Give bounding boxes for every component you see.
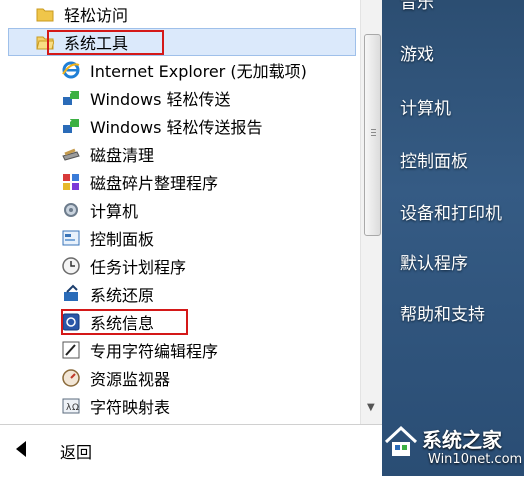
back-arrow-icon [16,441,26,457]
svg-text:Ω: Ω [72,403,79,413]
menu-item-label: Windows 轻松传送报告 [90,118,263,137]
scrollbar-grip-line [371,129,376,130]
menu-item-control-panel[interactable]: 控制面板 [60,224,154,252]
watermark-title: 系统之家 [422,428,502,452]
menu-item-label: 磁盘碎片整理程序 [90,174,219,193]
private-char-editor-icon [60,339,82,361]
menu-item-private-char-editor[interactable]: 专用字符编辑程序 [60,336,218,364]
menu-item-label: 专用字符编辑程序 [90,342,219,361]
right-item-help-support[interactable]: 帮助和支持 [400,300,485,325]
scrollbar-thumb[interactable] [364,34,381,236]
menu-item-label: 计算机 [90,202,139,221]
easy-transfer-report-icon [60,115,82,137]
control-panel-icon [60,227,82,249]
menu-item-character-map[interactable]: λΩ 字符映射表 [60,392,170,420]
annotation-highlight-box [47,30,164,55]
menu-item-label: 控制面板 [90,230,155,249]
menu-item-label: 字符映射表 [90,398,171,417]
menu-item-label: Internet Explorer (无加载项) [90,62,307,81]
watermark-logo: 系统之家 Win10net.com [378,414,524,476]
folder-label: 轻松访问 [64,6,129,25]
watermark-url: Win10net.com [428,452,523,467]
menu-item-internet-explorer[interactable]: Internet Explorer (无加载项) [60,56,307,84]
scrollbar-grip-line [371,132,376,133]
task-scheduler-icon [60,255,82,277]
right-item-devices-printers[interactable]: 设备和打印机 [400,199,502,224]
folder-icon [34,3,56,25]
start-menu-right-panel: 音乐 游戏 计算机 控制面板 设备和打印机 默认程序 帮助和支持 [382,0,524,476]
internet-explorer-icon [60,59,82,81]
back-label: 返回 [60,443,93,462]
menu-item-label: 任务计划程序 [90,258,187,277]
defragmenter-icon [60,171,82,193]
programs-list-panel: 轻松访问 系统工具 Internet Explorer (无加载项) Windo… [0,0,360,476]
disk-cleanup-icon [60,143,82,165]
scrollbar-grip-line [371,135,376,136]
menu-item-label: Windows 轻松传送 [90,90,231,109]
menu-item-easy-transfer-report[interactable]: Windows 轻松传送报告 [60,112,263,140]
back-button[interactable]: 返回 [0,424,382,477]
scroll-down-arrow-icon[interactable]: ▼ [367,402,375,413]
menu-item-resource-monitor[interactable]: 资源监视器 [60,364,170,392]
character-map-icon: λΩ [60,395,82,417]
right-item-control-panel[interactable]: 控制面板 [400,147,468,172]
menu-item-system-restore[interactable]: 系统还原 [60,280,154,308]
menu-item-label: 系统还原 [90,286,155,305]
menu-item-label: 磁盘清理 [90,146,155,165]
annotation-highlight-box [61,309,188,335]
programs-scrollbar[interactable]: ▼ [360,0,383,424]
right-item-games[interactable]: 游戏 [400,40,434,65]
resource-monitor-icon [60,367,82,389]
right-item-computer[interactable]: 计算机 [400,94,451,119]
menu-item-easy-transfer[interactable]: Windows 轻松传送 [60,84,231,112]
computer-icon [60,199,82,221]
right-item-default-programs[interactable]: 默认程序 [400,249,468,274]
right-item-music[interactable]: 音乐 [400,0,434,13]
menu-item-label: 资源监视器 [90,370,171,389]
house-logo-icon [384,425,418,456]
easy-transfer-icon [60,87,82,109]
menu-item-computer[interactable]: 计算机 [60,196,138,224]
folder-ease-of-access[interactable]: 轻松访问 [34,0,128,28]
menu-item-disk-cleanup[interactable]: 磁盘清理 [60,140,154,168]
system-restore-icon [60,283,82,305]
menu-item-defragmenter[interactable]: 磁盘碎片整理程序 [60,168,218,196]
menu-item-task-scheduler[interactable]: 任务计划程序 [60,252,186,280]
